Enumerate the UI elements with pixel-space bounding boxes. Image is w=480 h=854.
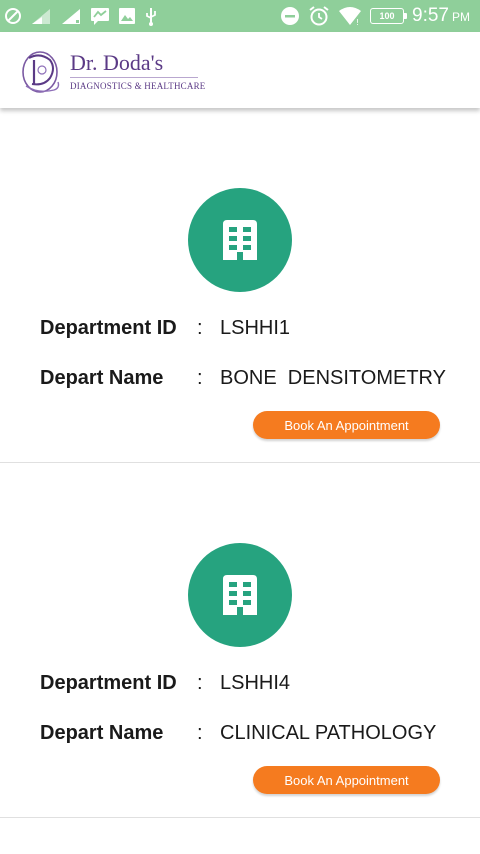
department-name-value: CLINICAL PATHOLOGY (220, 721, 437, 744)
department-list: Department ID : LSHHI1 Depart Name : BON… (0, 108, 480, 818)
department-id-label: Department ID (40, 671, 177, 694)
separator-colon: : (197, 721, 203, 744)
department-id-label: Department ID (40, 316, 177, 339)
separator-colon: : (197, 671, 203, 694)
department-name-label: Depart Name (40, 721, 164, 744)
clock-ampm: PM (452, 10, 470, 24)
brand-text: Dr. Doda's DIAGNOSTICS & HEALTHCARE (70, 51, 205, 91)
separator-colon: : (197, 316, 203, 339)
alarm-icon (308, 6, 330, 26)
signal-icon (60, 6, 82, 26)
brand-logo[interactable]: Dr. Doda's DIAGNOSTICS & HEALTHCARE (20, 42, 210, 100)
minus-circle-icon (280, 6, 300, 26)
battery-level: 100 (379, 11, 395, 21)
status-bar: ! 100 9:57 PM (0, 0, 480, 32)
logo-mark-icon (22, 51, 60, 93)
status-icons-left (4, 6, 158, 26)
svg-text:!: ! (356, 18, 359, 26)
department-card: Department ID : LSHHI4 Depart Name : CLI… (0, 463, 480, 818)
battery-icon: 100 (370, 8, 408, 24)
clock: 9:57 PM (412, 5, 470, 27)
book-appointment-button[interactable]: Book An Appointment (253, 766, 440, 794)
department-id-value: LSHHI1 (220, 316, 291, 339)
hospital-icon (188, 543, 292, 647)
department-name-label: Depart Name (40, 366, 164, 389)
signal-icon (30, 6, 52, 26)
status-icons-right: ! 100 9:57 PM (280, 5, 470, 27)
department-id-row: Department ID : LSHHI4 (40, 668, 290, 698)
brand-rule (70, 77, 198, 78)
wifi-icon: ! (338, 6, 362, 26)
department-id-value: LSHHI4 (220, 671, 291, 694)
separator-colon: : (197, 366, 203, 389)
brand-name: Dr. Doda's (70, 50, 164, 75)
department-id-row: Department ID : LSHHI1 (40, 313, 290, 343)
app-header: Dr. Doda's DIAGNOSTICS & HEALTHCARE (0, 32, 480, 108)
department-name-value: BONE DENSITOMETRY (220, 366, 446, 389)
department-card: Department ID : LSHHI1 Depart Name : BON… (0, 108, 480, 463)
image-icon (118, 6, 136, 26)
department-name-row: Depart Name : BONE DENSITOMETRY (40, 363, 446, 393)
clock-time: 9:57 (412, 5, 449, 26)
chat-icon (90, 6, 110, 26)
brand-subtitle: DIAGNOSTICS & HEALTHCARE (70, 81, 206, 91)
book-appointment-button[interactable]: Book An Appointment (253, 411, 440, 439)
blocked-icon (4, 6, 22, 26)
usb-icon (144, 6, 158, 26)
department-name-row: Depart Name : CLINICAL PATHOLOGY (40, 718, 436, 748)
hospital-icon (188, 188, 292, 292)
